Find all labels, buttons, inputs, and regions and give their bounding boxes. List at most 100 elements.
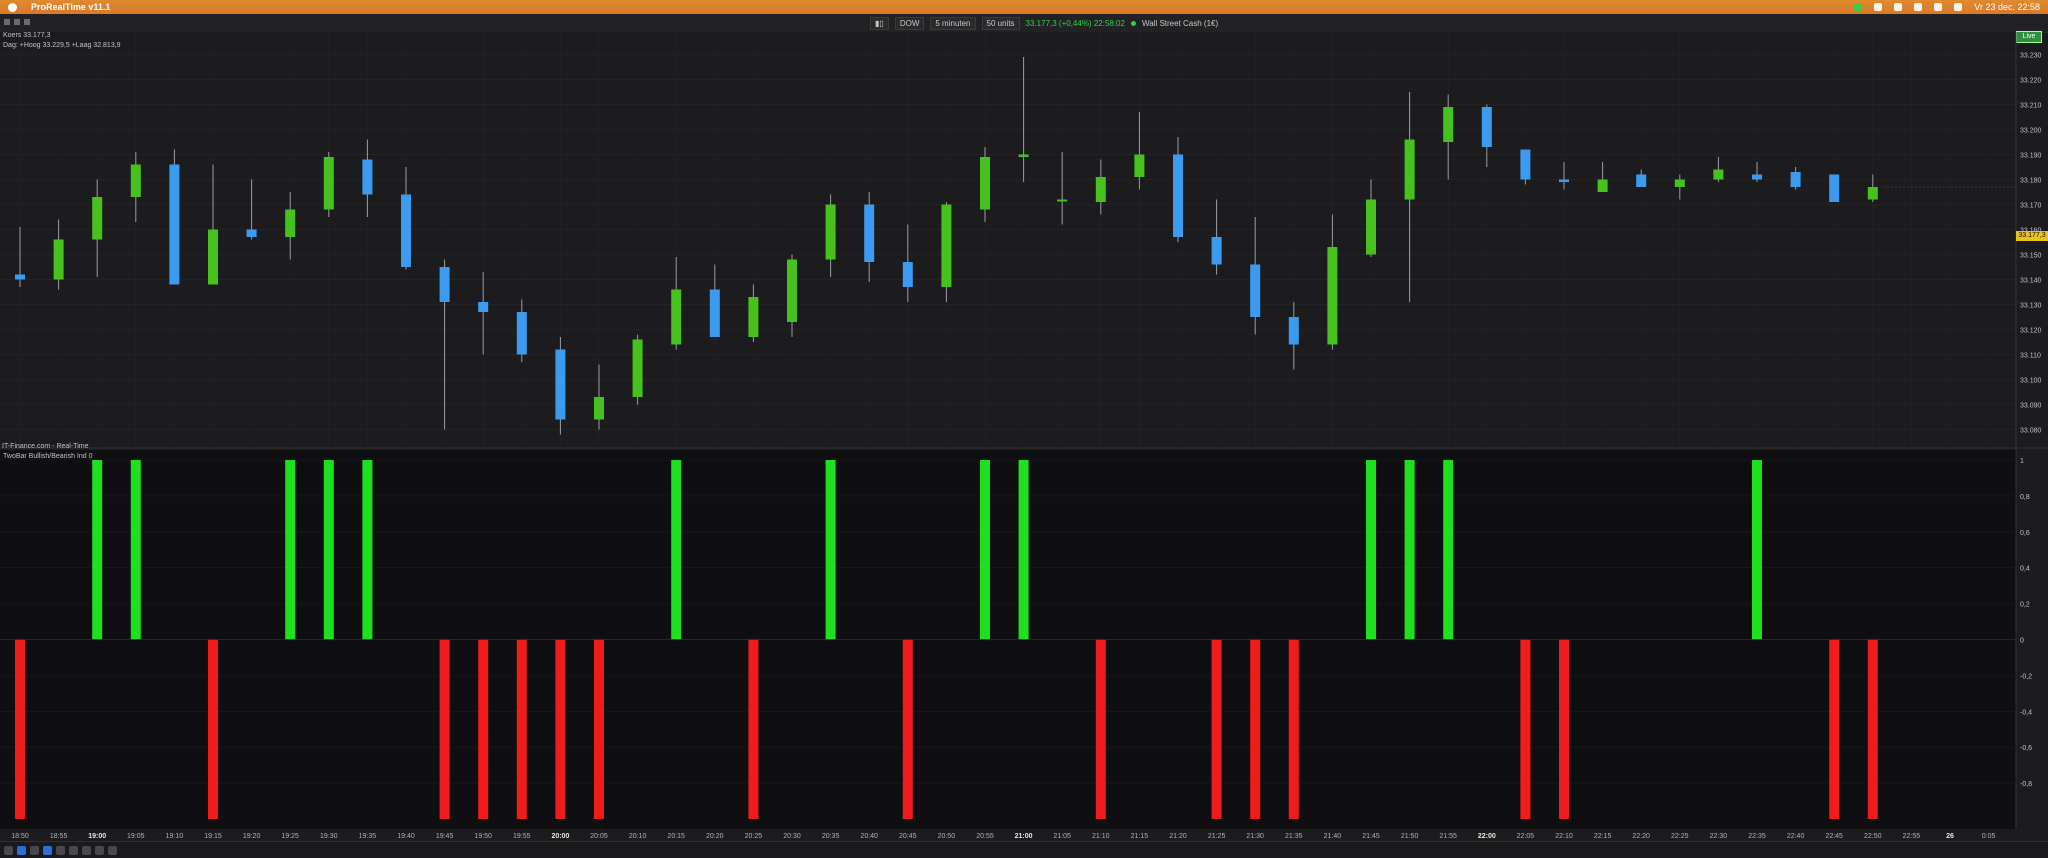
time-axis-label: 19:10	[166, 833, 184, 839]
bottom-toolbar	[0, 841, 2048, 858]
pencil-icon[interactable]	[4, 845, 13, 855]
time-axis-label: 22:20	[1632, 833, 1650, 839]
time-axis-label: 19:00	[88, 833, 106, 839]
main-panel	[0, 32, 2016, 447]
keyboard-icon[interactable]	[1874, 3, 1883, 11]
app-title[interactable]: ProRealTime v11.1	[31, 2, 110, 12]
indicator-bull-bar	[671, 460, 682, 640]
indicator-bear-bar	[902, 639, 913, 819]
price-axis-label: 33.220	[2020, 78, 2042, 85]
price-axis-label: 33.190	[2020, 153, 2042, 160]
time-axis-label: 19:15	[204, 833, 222, 839]
candle-body	[709, 289, 720, 337]
time-axis-label: 20:25	[745, 833, 763, 839]
indicator-label[interactable]: TwoBar Bullish/Bearish Ind 0	[3, 453, 93, 460]
crosshair-icon[interactable]	[30, 845, 39, 855]
settings-icon[interactable]	[108, 845, 117, 855]
candle-body	[1443, 107, 1454, 142]
time-axis-label: 19:40	[397, 833, 415, 839]
candle-body	[555, 349, 566, 420]
layout-icon[interactable]	[56, 845, 65, 855]
instrument-select[interactable]: DOW	[894, 17, 925, 30]
price-axis-label: 33.210	[2020, 103, 2042, 110]
time-axis-label: 20:15	[667, 833, 685, 839]
candle-body	[1366, 199, 1376, 255]
time-axis-label: 22:45	[1825, 833, 1843, 839]
bluetooth-icon[interactable]	[1894, 3, 1903, 11]
wifi-icon[interactable]	[1914, 3, 1923, 11]
candle-body	[902, 262, 913, 287]
time-axis-label: 22:55	[1903, 833, 1921, 839]
time-axis-label: 21:00	[1015, 833, 1033, 839]
candle-body	[1829, 174, 1840, 202]
candle-body	[787, 259, 797, 322]
indicator-icon[interactable]	[82, 845, 91, 855]
indicator-bull-bar	[1404, 460, 1415, 640]
time-axis-label: 21:35	[1285, 833, 1303, 839]
candle-body	[1867, 187, 1878, 200]
control-center-icon[interactable]	[1954, 3, 1963, 11]
indicator-bull-bar	[1366, 460, 1376, 640]
time-axis-label: 21:25	[1208, 833, 1226, 839]
menu-bar-clock[interactable]: Vr 23 dec. 22:58	[1974, 2, 2040, 12]
units-select[interactable]: 50 units	[981, 17, 1020, 30]
candle-body	[478, 302, 489, 312]
candle-body	[1636, 174, 1647, 187]
time-axis-label: 20:10	[629, 833, 647, 839]
apple-icon[interactable]	[8, 2, 17, 12]
indicator-bear-bar	[1288, 639, 1299, 819]
candle-body	[1404, 139, 1415, 200]
candle-body	[208, 229, 218, 285]
time-axis-label: 0:05	[1982, 833, 1996, 839]
price-chart[interactable]: 33.230 33.220 33.210 33.200 33.190 33.180 33.1…	[0, 32, 2048, 840]
time-axis-label: 19:20	[243, 833, 261, 839]
time-axis-label: 20:55	[976, 833, 994, 839]
status-green-icon[interactable]	[1854, 3, 1863, 11]
timeframe-select[interactable]: 5 minuten	[930, 17, 976, 30]
grid-icon[interactable]	[69, 845, 78, 855]
price-axis-label: 33.120	[2020, 328, 2042, 335]
time-axis-label: 22:50	[1864, 833, 1882, 839]
bar-chart-icon[interactable]: ▮▯	[870, 17, 889, 30]
indicator-bull-bar	[1018, 460, 1029, 640]
last-price-badge: 33.177,3	[2016, 231, 2048, 241]
price-axis-label: 33.200	[2020, 128, 2042, 135]
price-axis-label: 33.080	[2020, 428, 2042, 435]
indicator-axis-label: 0,2	[2020, 602, 2030, 609]
candle-body	[632, 339, 643, 397]
candle-body	[169, 164, 180, 285]
time-axis-label: 21:45	[1362, 833, 1380, 839]
indicator-bear-bar	[15, 639, 25, 819]
time-axis-label: 18:50	[11, 833, 29, 839]
price-legend: Koers 33.177,3	[3, 32, 51, 39]
search-icon[interactable]	[1934, 3, 1943, 11]
time-axis-label: 20:40	[860, 833, 878, 839]
time-axis-label: 19:35	[359, 833, 377, 839]
price-axis-label: 33.140	[2020, 278, 2042, 285]
time-axis-label: 20:30	[783, 833, 801, 839]
price-axis-label: 33.150	[2020, 253, 2042, 260]
close-icon[interactable]	[4, 19, 10, 25]
candle-body	[1520, 149, 1531, 180]
indicator-bear-bar	[516, 639, 527, 819]
indicator-bear-bar	[478, 639, 489, 819]
candle-body	[246, 229, 257, 237]
maximize-icon[interactable]	[24, 19, 30, 25]
time-axis-label: 19:45	[436, 833, 454, 839]
cursor-icon[interactable]	[17, 845, 26, 855]
screenshot-icon[interactable]	[95, 845, 104, 855]
indicator-axis-label: -0,2	[2020, 673, 2032, 680]
price-readout: 33.177,3 (+0,44%) 22:58:02	[1025, 19, 1125, 28]
menu-bar-status: Vr 23 dec. 22:58	[1854, 2, 2048, 12]
candle-body	[285, 209, 296, 237]
indicator-bear-bar	[208, 639, 218, 819]
candle-body	[825, 204, 836, 260]
minimize-icon[interactable]	[14, 19, 20, 25]
candle-body	[1250, 264, 1261, 317]
time-axis-label: 22:25	[1671, 833, 1689, 839]
indicator-bull-bar	[1443, 460, 1454, 640]
candle-body	[1057, 199, 1068, 202]
zoom-icon[interactable]	[43, 845, 52, 855]
time-axis-label: 19:50	[474, 833, 492, 839]
chart-area[interactable]: 33.230 33.220 33.210 33.200 33.190 33.180 33.1…	[0, 32, 2048, 840]
